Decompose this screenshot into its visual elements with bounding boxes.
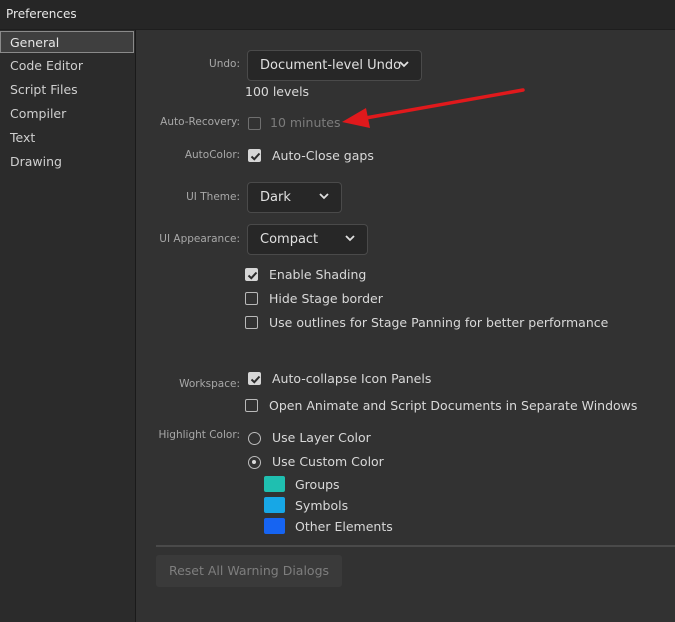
reset-warning-dialogs-button[interactable]: Reset All Warning Dialogs bbox=[156, 555, 342, 587]
separate-windows-checkbox[interactable] bbox=[245, 399, 258, 412]
auto-recovery-label: Auto-Recovery: bbox=[160, 116, 240, 128]
use-layer-color-label: Use Layer Color bbox=[272, 430, 371, 445]
use-custom-color-label: Use Custom Color bbox=[272, 454, 384, 469]
ui-appearance-dropdown[interactable]: Compact bbox=[247, 224, 368, 255]
window-title: Preferences bbox=[6, 7, 77, 21]
auto-recovery-value[interactable]: 10 minutes bbox=[270, 115, 340, 130]
sidebar-item-code-editor[interactable]: Code Editor bbox=[0, 55, 134, 77]
use-custom-color-radio[interactable] bbox=[248, 456, 261, 469]
auto-recovery-checkbox[interactable] bbox=[248, 117, 261, 130]
separate-windows-label: Open Animate and Script Documents in Sep… bbox=[269, 398, 638, 413]
auto-close-gaps-checkbox[interactable] bbox=[248, 149, 261, 162]
undo-dropdown-value: Document-level Undo bbox=[260, 58, 402, 73]
hide-stage-border-checkbox[interactable] bbox=[245, 292, 258, 305]
sidebar-item-compiler[interactable]: Compiler bbox=[0, 103, 134, 125]
chevron-down-icon bbox=[345, 235, 355, 242]
hide-stage-border-label: Hide Stage border bbox=[269, 291, 383, 306]
use-layer-color-radio[interactable] bbox=[248, 432, 261, 445]
auto-collapse-icon-panels-label: Auto-collapse Icon Panels bbox=[272, 371, 432, 386]
stage-panning-outlines-label: Use outlines for Stage Panning for bette… bbox=[269, 315, 609, 330]
symbols-color-swatch[interactable] bbox=[264, 497, 285, 513]
ui-appearance-label: UI Appearance: bbox=[159, 233, 240, 245]
symbols-color-label: Symbols bbox=[295, 498, 349, 513]
enable-shading-checkbox[interactable] bbox=[245, 268, 258, 281]
sidebar-item-drawing[interactable]: Drawing bbox=[0, 151, 134, 173]
auto-collapse-icon-panels-checkbox[interactable] bbox=[248, 372, 261, 385]
ui-theme-label: UI Theme: bbox=[186, 191, 240, 203]
undo-label: Undo: bbox=[209, 58, 240, 70]
sidebar-item-script-files[interactable]: Script Files bbox=[0, 79, 134, 101]
workspace-label: Workspace: bbox=[179, 378, 240, 390]
other-elements-color-label: Other Elements bbox=[295, 519, 393, 534]
ui-appearance-value: Compact bbox=[260, 232, 319, 247]
ui-theme-dropdown[interactable]: Dark bbox=[247, 182, 342, 213]
section-divider bbox=[156, 545, 675, 547]
sidebar-item-text[interactable]: Text bbox=[0, 127, 134, 149]
undo-dropdown[interactable]: Document-level Undo bbox=[247, 50, 422, 81]
sidebar-item-general[interactable]: General bbox=[0, 31, 134, 53]
other-elements-color-swatch[interactable] bbox=[264, 518, 285, 534]
checkmark-icon bbox=[250, 152, 261, 161]
stage-panning-outlines-checkbox[interactable] bbox=[245, 316, 258, 329]
title-bar: Preferences bbox=[0, 0, 675, 30]
ui-theme-value: Dark bbox=[260, 190, 291, 205]
sidebar: General Code Editor Script Files Compile… bbox=[0, 30, 136, 622]
auto-close-gaps-label: Auto-Close gaps bbox=[272, 148, 374, 163]
checkmark-icon bbox=[250, 375, 261, 384]
chevron-down-icon bbox=[319, 193, 329, 200]
enable-shading-label: Enable Shading bbox=[269, 267, 367, 282]
chevron-down-icon bbox=[399, 61, 409, 68]
groups-color-swatch[interactable] bbox=[264, 476, 285, 492]
highlight-color-label: Highlight Color: bbox=[158, 429, 240, 441]
general-settings-panel: Undo: Document-level Undo 100 levels Aut… bbox=[136, 30, 675, 622]
groups-color-label: Groups bbox=[295, 477, 340, 492]
autocolor-label: AutoColor: bbox=[184, 149, 240, 161]
checkmark-icon bbox=[247, 271, 258, 280]
undo-levels[interactable]: 100 levels bbox=[245, 84, 309, 99]
